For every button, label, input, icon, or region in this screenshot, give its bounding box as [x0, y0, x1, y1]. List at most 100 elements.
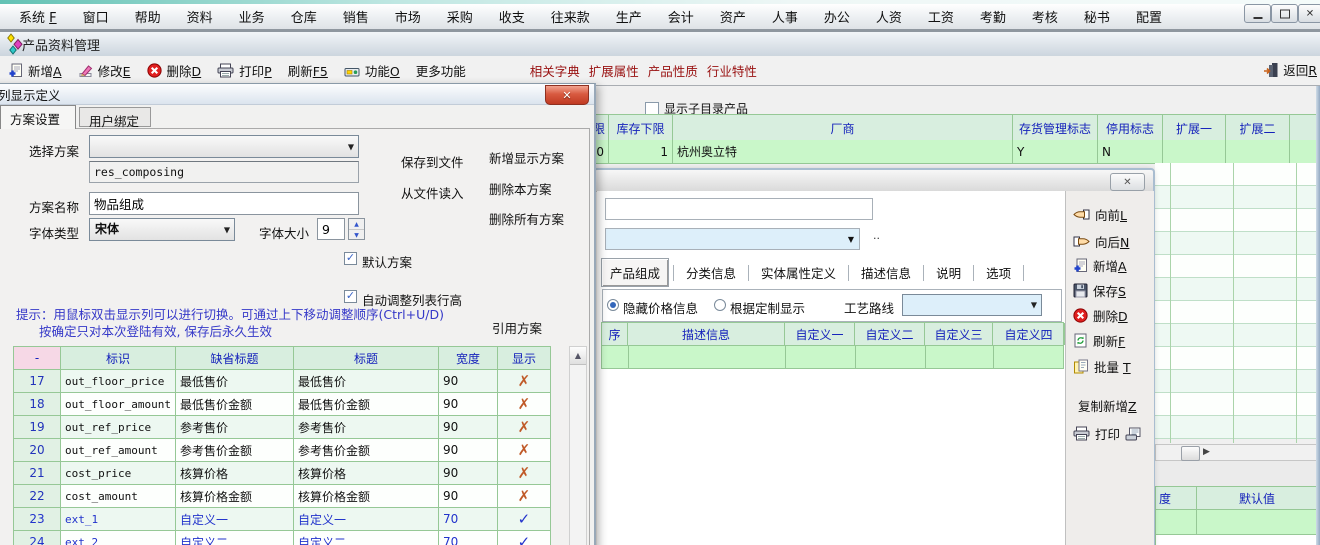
tab-user-binding[interactable]: 用户绑定	[79, 107, 151, 127]
toolbar-button-6[interactable]: 功能O	[344, 61, 400, 80]
menu-item-15[interactable]: 人事	[759, 5, 811, 29]
close-button[interactable]: ✕	[1298, 4, 1320, 23]
cell-default-title: 参考售价金额	[175, 439, 293, 462]
toolbar-button-1[interactable]: 新增A	[8, 61, 62, 80]
tab-scheme-settings[interactable]: 方案设置	[0, 105, 76, 129]
toolbar-link-3[interactable]: 产品性质	[648, 61, 698, 80]
menu-item-10[interactable]: 收支	[486, 5, 538, 29]
menu-item-13[interactable]: 会计	[655, 5, 707, 29]
table-row[interactable]: 22cost_amount核算价格金额核算价格金额90✗	[14, 485, 551, 508]
compose-tab-2[interactable]: 分类信息	[678, 259, 744, 286]
menu-item-14[interactable]: 资产	[707, 5, 759, 29]
menu-item-16[interactable]: 办公	[811, 5, 863, 29]
table-row[interactable]: 21cost_price核算价格核算价格90✗	[14, 462, 551, 485]
side-button-4[interactable]: 保存S	[1073, 281, 1126, 300]
table-row[interactable]: 20out_ref_amount参考售价金额参考售价金额90✗	[14, 439, 551, 462]
side-button-6[interactable]: 刷新F	[1073, 331, 1125, 350]
hide-price-radio[interactable]	[607, 299, 619, 311]
vertical-scrollbar[interactable]: ▲	[569, 346, 587, 545]
toolbar-button-3[interactable]: 删除D	[147, 61, 202, 80]
add-scheme-button[interactable]: 新增显示方案	[484, 148, 564, 167]
process-route-combo[interactable]: ▼	[902, 294, 1042, 316]
restore-button[interactable]	[1271, 4, 1298, 23]
side-button-9[interactable]: 打印	[1073, 424, 1141, 443]
compose-grid-header-cell: 自定义四	[993, 323, 1065, 345]
table-row[interactable]: 23ext_1自定义一自定义一70✓	[14, 508, 551, 531]
minimize-button[interactable]	[1244, 4, 1271, 23]
compose-grid-selected-row[interactable]	[601, 346, 1064, 369]
compose-tab-5[interactable]: 说明	[928, 259, 969, 286]
product-select-combo[interactable]: ▼	[605, 228, 860, 250]
compose-tab-4[interactable]: 描述信息	[853, 259, 919, 286]
menu-item-2[interactable]: 窗口	[70, 5, 122, 29]
compose-close-button[interactable]: ✕	[1110, 173, 1145, 191]
scheme-name-input[interactable]	[89, 192, 359, 215]
menu-item-17[interactable]: 人资	[863, 5, 915, 29]
cell-default-title: 参考售价	[175, 416, 293, 439]
menu-item-6[interactable]: 仓库	[278, 5, 330, 29]
menu-item-11[interactable]: 往来款	[538, 5, 603, 29]
toolbar-link-2[interactable]: 扩展属性	[589, 61, 639, 80]
delete-scheme-button[interactable]: 删除本方案	[484, 179, 552, 198]
toolbar-button-2[interactable]: 修改E	[78, 61, 131, 80]
auto-height-checkbox[interactable]: ✓	[344, 290, 357, 303]
return-button[interactable]: 返回R	[1263, 60, 1317, 79]
font-size-input[interactable]	[317, 218, 345, 240]
menu-item-9[interactable]: 采购	[434, 5, 486, 29]
select-scheme-combo[interactable]: ▼	[89, 135, 359, 158]
horizontal-scrollbar[interactable]: ▶	[1155, 444, 1318, 461]
x-icon: ✗	[497, 416, 550, 439]
side-button-8[interactable]: 复制新增Z	[1078, 396, 1137, 415]
dialog-close-button[interactable]: ✕	[545, 85, 589, 105]
menu-item-21[interactable]: 秘书	[1071, 5, 1123, 29]
table-row[interactable]: 19out_ref_price参考售价参考售价90✗	[14, 416, 551, 439]
menu-item-4[interactable]: 资料	[174, 5, 226, 29]
side-button-2[interactable]: 向后N	[1073, 232, 1129, 251]
toolbar-button-4[interactable]: 打印P	[217, 61, 272, 80]
compose-tab-6[interactable]: 选项	[978, 259, 1019, 286]
side-button-1[interactable]: 向前L	[1073, 205, 1127, 224]
side-button-7[interactable]: 批量 T	[1073, 357, 1131, 376]
save-to-file-button[interactable]: 保存到文件	[401, 152, 464, 171]
empty-table-row	[1155, 416, 1318, 439]
toolbar-button-7[interactable]: 更多功能	[416, 61, 466, 80]
toolbar-button-5[interactable]: 刷新F5	[288, 61, 328, 80]
delete-all-schemes-button[interactable]: 删除所有方案	[484, 209, 564, 228]
compose-tab-3[interactable]: 实体属性定义	[753, 259, 844, 286]
product-code-input[interactable]	[605, 198, 873, 220]
default-scheme-checkbox[interactable]: ✓	[344, 252, 357, 265]
cell-title: 核算价格	[293, 462, 438, 485]
read-from-file-button[interactable]: 从文件读入	[401, 183, 464, 202]
toolbar-link-4[interactable]: 行业特性	[707, 61, 757, 80]
menu-item-19[interactable]: 考勤	[967, 5, 1019, 29]
table-row[interactable]: 18out_floor_amount最低售价金额最低售价金额90✗	[14, 393, 551, 416]
side-button-5[interactable]: 删除D	[1073, 306, 1128, 325]
toolbar-link-1[interactable]: 相关字典	[530, 61, 580, 80]
table-row[interactable]: 24ext_2自定义二自定义二70✓	[14, 531, 551, 545]
scrollbar-thumb[interactable]	[1181, 446, 1200, 461]
custom-display-radio[interactable]	[714, 299, 726, 311]
side-button-3[interactable]: 新增A	[1073, 256, 1127, 275]
side-button-label: 保存S	[1093, 281, 1126, 300]
scroll-right-icon[interactable]: ▶	[1203, 447, 1210, 457]
font-type-combo[interactable]: 宋体 ▼	[89, 218, 235, 241]
spin-down-icon[interactable]: ▼	[349, 230, 364, 240]
attribute-table-row[interactable]	[1155, 510, 1318, 535]
menu-item-3[interactable]: 帮助	[122, 5, 174, 29]
menu-item-8[interactable]: 市场	[382, 5, 434, 29]
menu-item-7[interactable]: 销售	[330, 5, 382, 29]
main-table-row[interactable]: 0001杭州奥立特YN	[585, 140, 1320, 164]
table-row[interactable]: 17out_floor_price最低售价最低售价90✗	[14, 370, 551, 393]
scroll-up-icon[interactable]: ▲	[570, 347, 586, 365]
spin-up-icon[interactable]: ▲	[349, 219, 364, 230]
font-size-spinner[interactable]: ▲▼	[348, 218, 365, 240]
menu-item-22[interactable]: 配置	[1123, 5, 1175, 29]
return-label: 返回R	[1283, 60, 1317, 79]
menu-item-5[interactable]: 业务	[226, 5, 278, 29]
menu-item-20[interactable]: 考核	[1019, 5, 1071, 29]
menu-item-18[interactable]: 工资	[915, 5, 967, 29]
compose-tab-1[interactable]: 产品组成	[601, 258, 669, 287]
menu-item-1[interactable]: 系统 F	[6, 5, 70, 29]
reference-scheme-button[interactable]: 引用方案	[487, 318, 542, 337]
menu-item-12[interactable]: 生产	[603, 5, 655, 29]
